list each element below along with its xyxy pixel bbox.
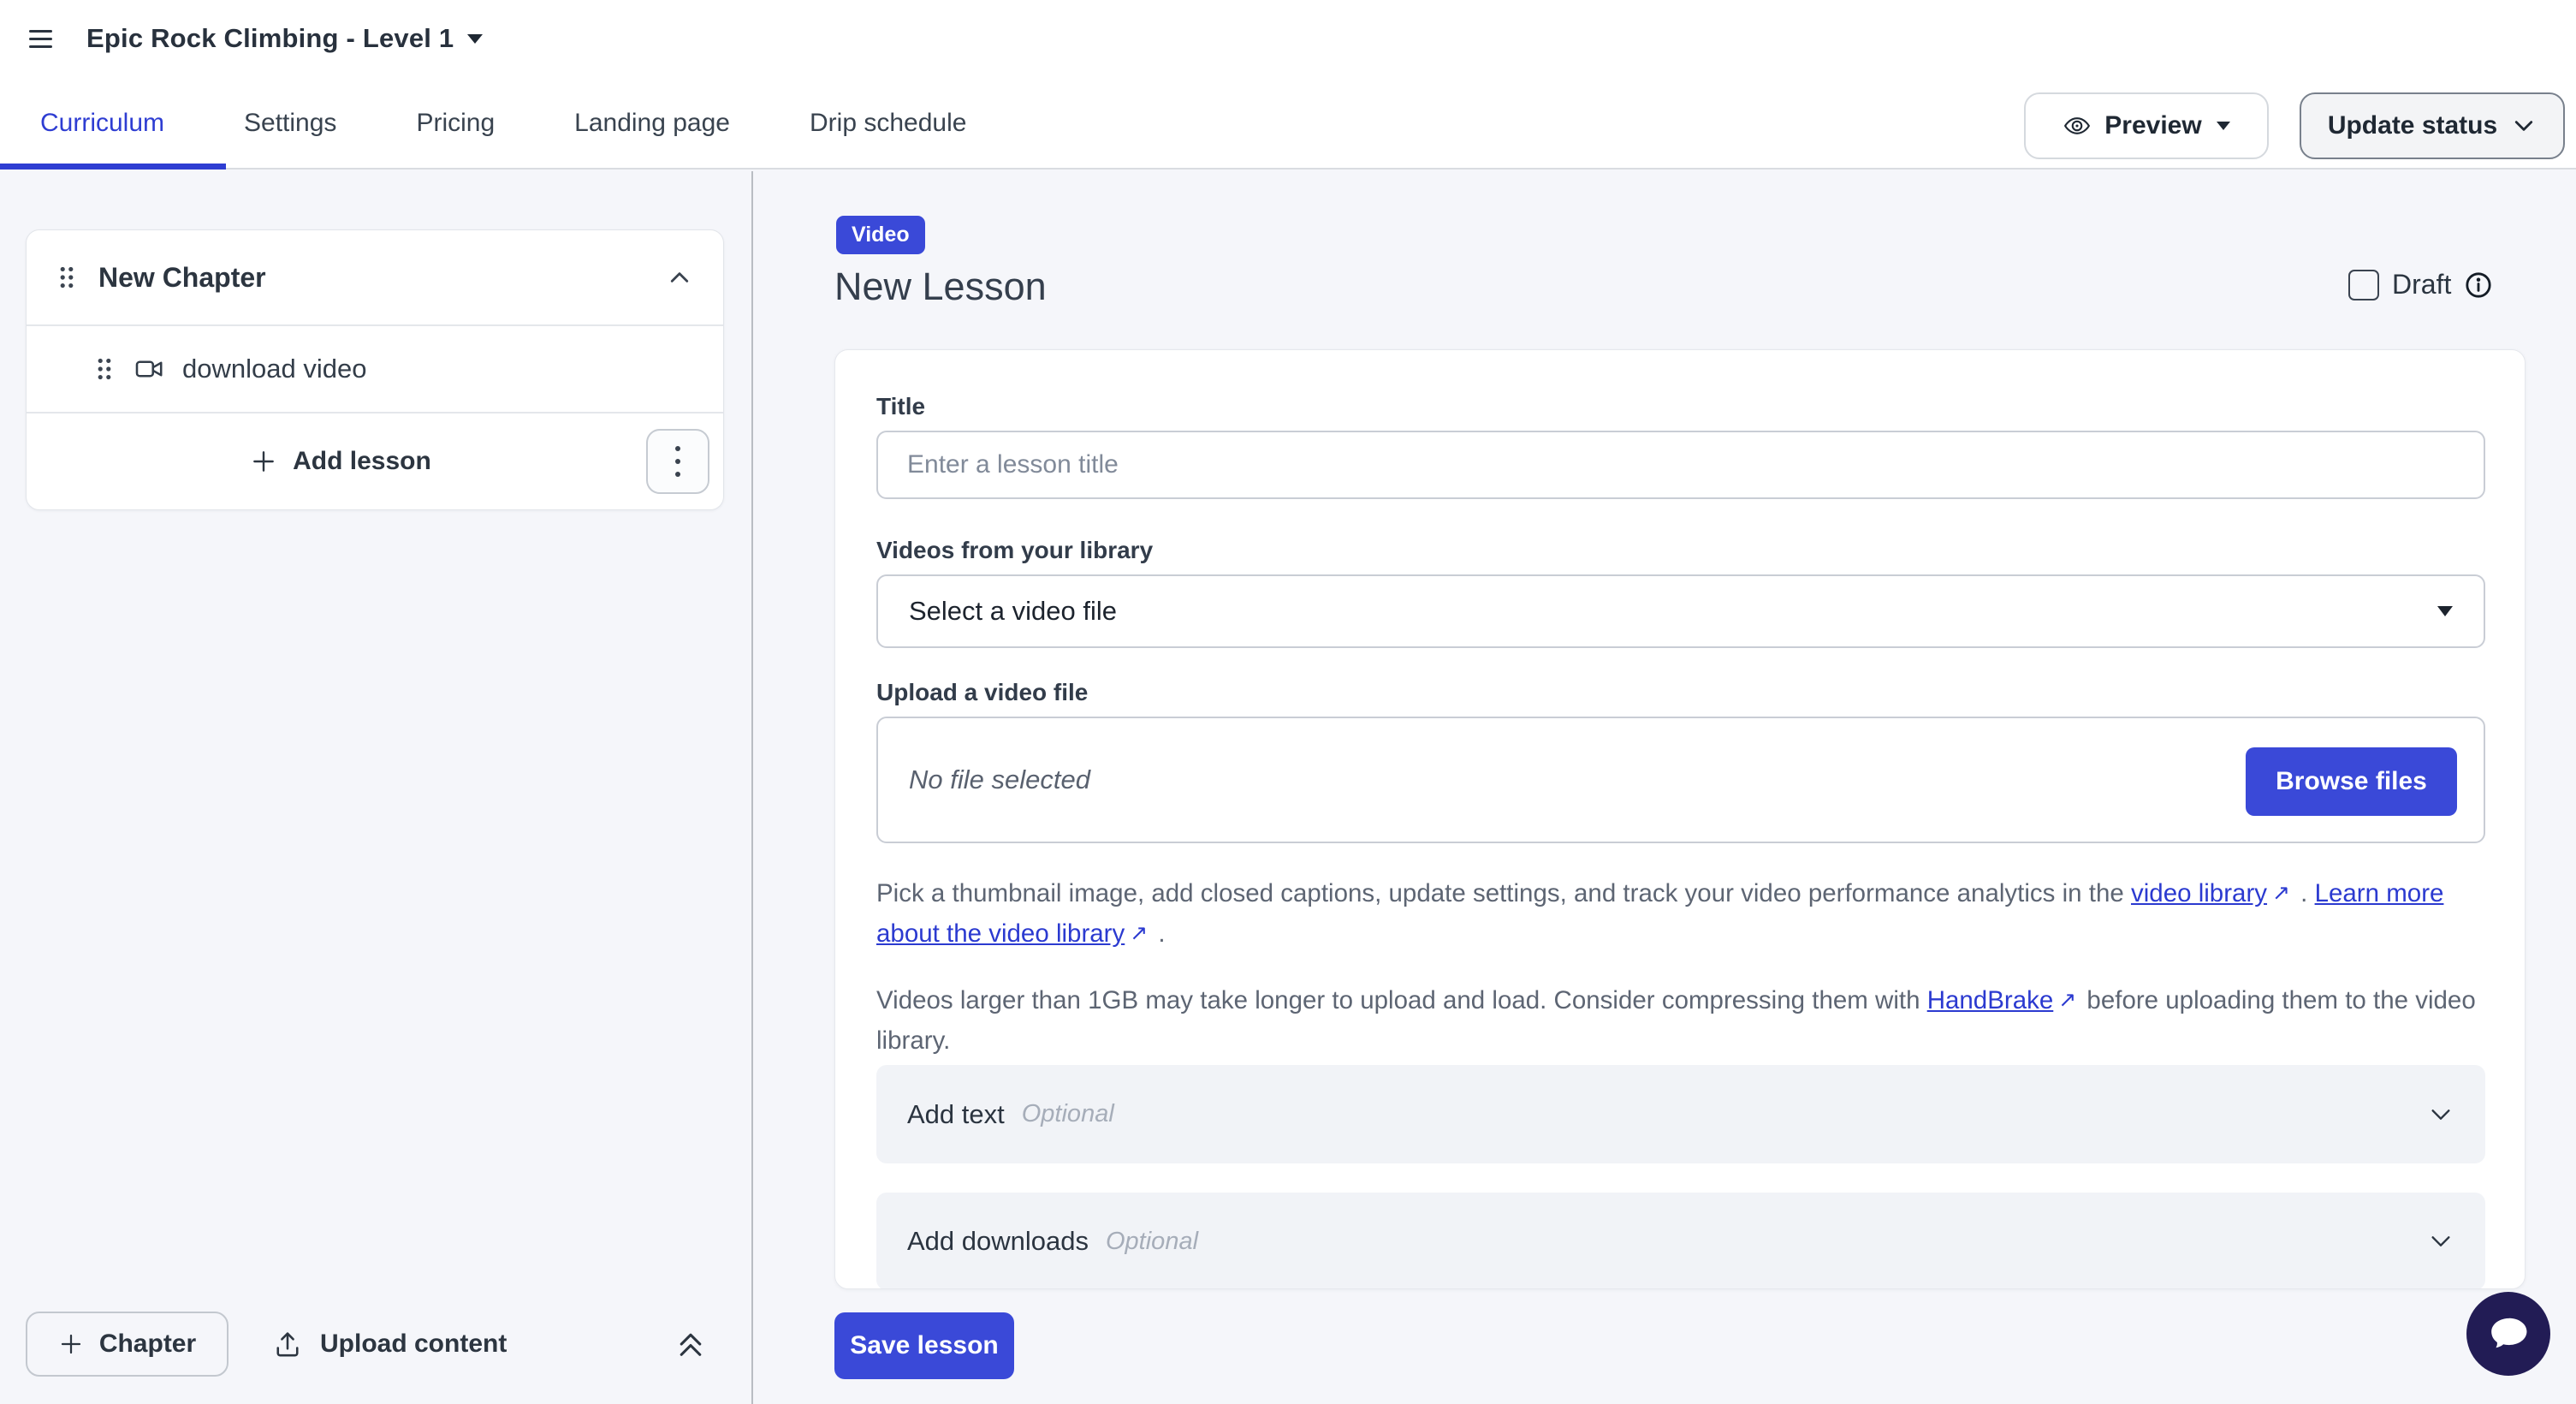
update-status-button[interactable]: Update status — [2300, 92, 2565, 159]
chevron-down-icon — [2427, 1228, 2454, 1255]
preview-button[interactable]: Preview — [2024, 92, 2269, 159]
plus-icon — [250, 448, 277, 475]
course-title: Epic Rock Climbing - Level 1 — [86, 23, 454, 54]
kebab-menu-icon — [674, 444, 682, 479]
draft-label: Draft — [2392, 269, 2451, 300]
collapse-all-icon[interactable] — [674, 1327, 707, 1361]
external-link-icon: ↗ — [2058, 981, 2076, 1020]
chapter-options-button[interactable] — [646, 429, 709, 494]
tab-pricing[interactable]: Pricing — [416, 109, 495, 138]
sidebar-footer: Chapter Upload content — [0, 1312, 751, 1377]
eye-icon — [2063, 111, 2092, 140]
update-status-label: Update status — [2328, 111, 2497, 140]
chevron-down-icon — [2511, 113, 2537, 139]
add-text-section[interactable]: Add text Optional — [876, 1065, 2485, 1163]
caret-down-icon — [2217, 122, 2230, 130]
topbar: Epic Rock Climbing - Level 1 — [0, 0, 2576, 77]
chevron-down-icon — [2427, 1101, 2454, 1128]
add-chapter-label: Chapter — [99, 1330, 196, 1359]
tab-drip-schedule[interactable]: Drip schedule — [810, 109, 966, 138]
add-lesson-row: Add lesson — [27, 413, 723, 509]
optional-label: Optional — [1022, 1100, 1114, 1128]
title-label: Title — [876, 393, 925, 420]
tab-curriculum[interactable]: Curriculum — [40, 109, 164, 138]
select-value: Select a video file — [909, 596, 1117, 627]
add-downloads-label: Add downloads — [907, 1226, 1089, 1257]
lesson-title-input[interactable] — [876, 431, 2485, 499]
caret-down-icon — [467, 34, 483, 44]
lesson-item[interactable]: download video — [27, 326, 723, 412]
hamburger-menu-icon[interactable] — [29, 30, 52, 48]
add-chapter-button[interactable]: Chapter — [26, 1312, 229, 1377]
upload-icon — [272, 1329, 303, 1359]
add-lesson-label: Add lesson — [293, 447, 431, 476]
curriculum-sidebar: New Chapter download video — [0, 171, 753, 1404]
chapter-title: New Chapter — [98, 262, 266, 294]
active-tab-underline — [0, 164, 226, 170]
course-title-menu[interactable]: Epic Rock Climbing - Level 1 — [86, 23, 483, 54]
caret-down-icon — [2437, 606, 2453, 616]
link-text: HandBrake — [1927, 986, 2054, 1014]
tab-bar: Curriculum Settings Pricing Landing page… — [0, 77, 1455, 170]
header: Epic Rock Climbing - Level 1 Curriculum … — [0, 0, 2576, 170]
compression-help-text: Videos larger than 1GB may take longer t… — [876, 981, 2489, 1060]
upload-content-button[interactable]: Upload content — [272, 1312, 507, 1377]
draft-checkbox[interactable] — [2348, 270, 2379, 300]
optional-label: Optional — [1106, 1228, 1198, 1256]
plus-icon — [58, 1331, 84, 1357]
preview-label: Preview — [2104, 111, 2201, 140]
file-upload-dropzone[interactable]: No file selected Browse files — [876, 717, 2485, 843]
library-label: Videos from your library — [876, 537, 1153, 564]
video-library-help-text: Pick a thumbnail image, add closed capti… — [876, 874, 2489, 955]
video-library-select[interactable]: Select a video file — [876, 574, 2485, 648]
help-text: Videos larger than 1GB may take longer t… — [876, 986, 1927, 1014]
tab-settings[interactable]: Settings — [244, 109, 336, 138]
upload-label: Upload a video file — [876, 679, 1088, 706]
help-text: . — [2294, 879, 2315, 907]
video-camera-icon — [134, 354, 165, 384]
lesson-type-badge: Video — [836, 216, 925, 254]
browse-files-button[interactable]: Browse files — [2246, 747, 2457, 816]
add-text-label: Add text — [907, 1099, 1005, 1130]
video-library-link[interactable]: video library↗ — [2131, 879, 2294, 907]
no-file-text: No file selected — [909, 764, 1090, 795]
chat-bubble-icon — [2484, 1310, 2532, 1358]
lesson-form-card: Title Videos from your library Select a … — [834, 349, 2526, 1289]
chapter-header[interactable]: New Chapter — [27, 230, 723, 324]
drag-handle-icon[interactable] — [95, 356, 114, 382]
help-text: Pick a thumbnail image, add closed capti… — [876, 879, 2131, 907]
add-downloads-section[interactable]: Add downloads Optional — [876, 1193, 2485, 1289]
handbrake-link[interactable]: HandBrake↗ — [1927, 986, 2080, 1014]
save-lesson-button[interactable]: Save lesson — [834, 1312, 1014, 1379]
chat-widget-button[interactable] — [2466, 1292, 2550, 1376]
drag-handle-icon[interactable] — [57, 265, 76, 290]
add-lesson-button[interactable]: Add lesson — [250, 447, 431, 476]
external-link-icon: ↗ — [2272, 874, 2290, 913]
draft-toggle-group: Draft — [2348, 269, 2493, 300]
chevron-up-icon[interactable] — [667, 265, 692, 290]
info-icon[interactable] — [2464, 271, 2493, 300]
tab-landing-page[interactable]: Landing page — [574, 109, 730, 138]
chapter-card: New Chapter download video — [26, 229, 724, 510]
page-title: New Lesson — [834, 265, 1047, 308]
help-text: . — [1151, 919, 1165, 948]
link-text: video library — [2131, 879, 2267, 907]
upload-content-label: Upload content — [320, 1330, 507, 1359]
lesson-title: download video — [182, 354, 366, 384]
external-link-icon: ↗ — [1130, 914, 1148, 953]
